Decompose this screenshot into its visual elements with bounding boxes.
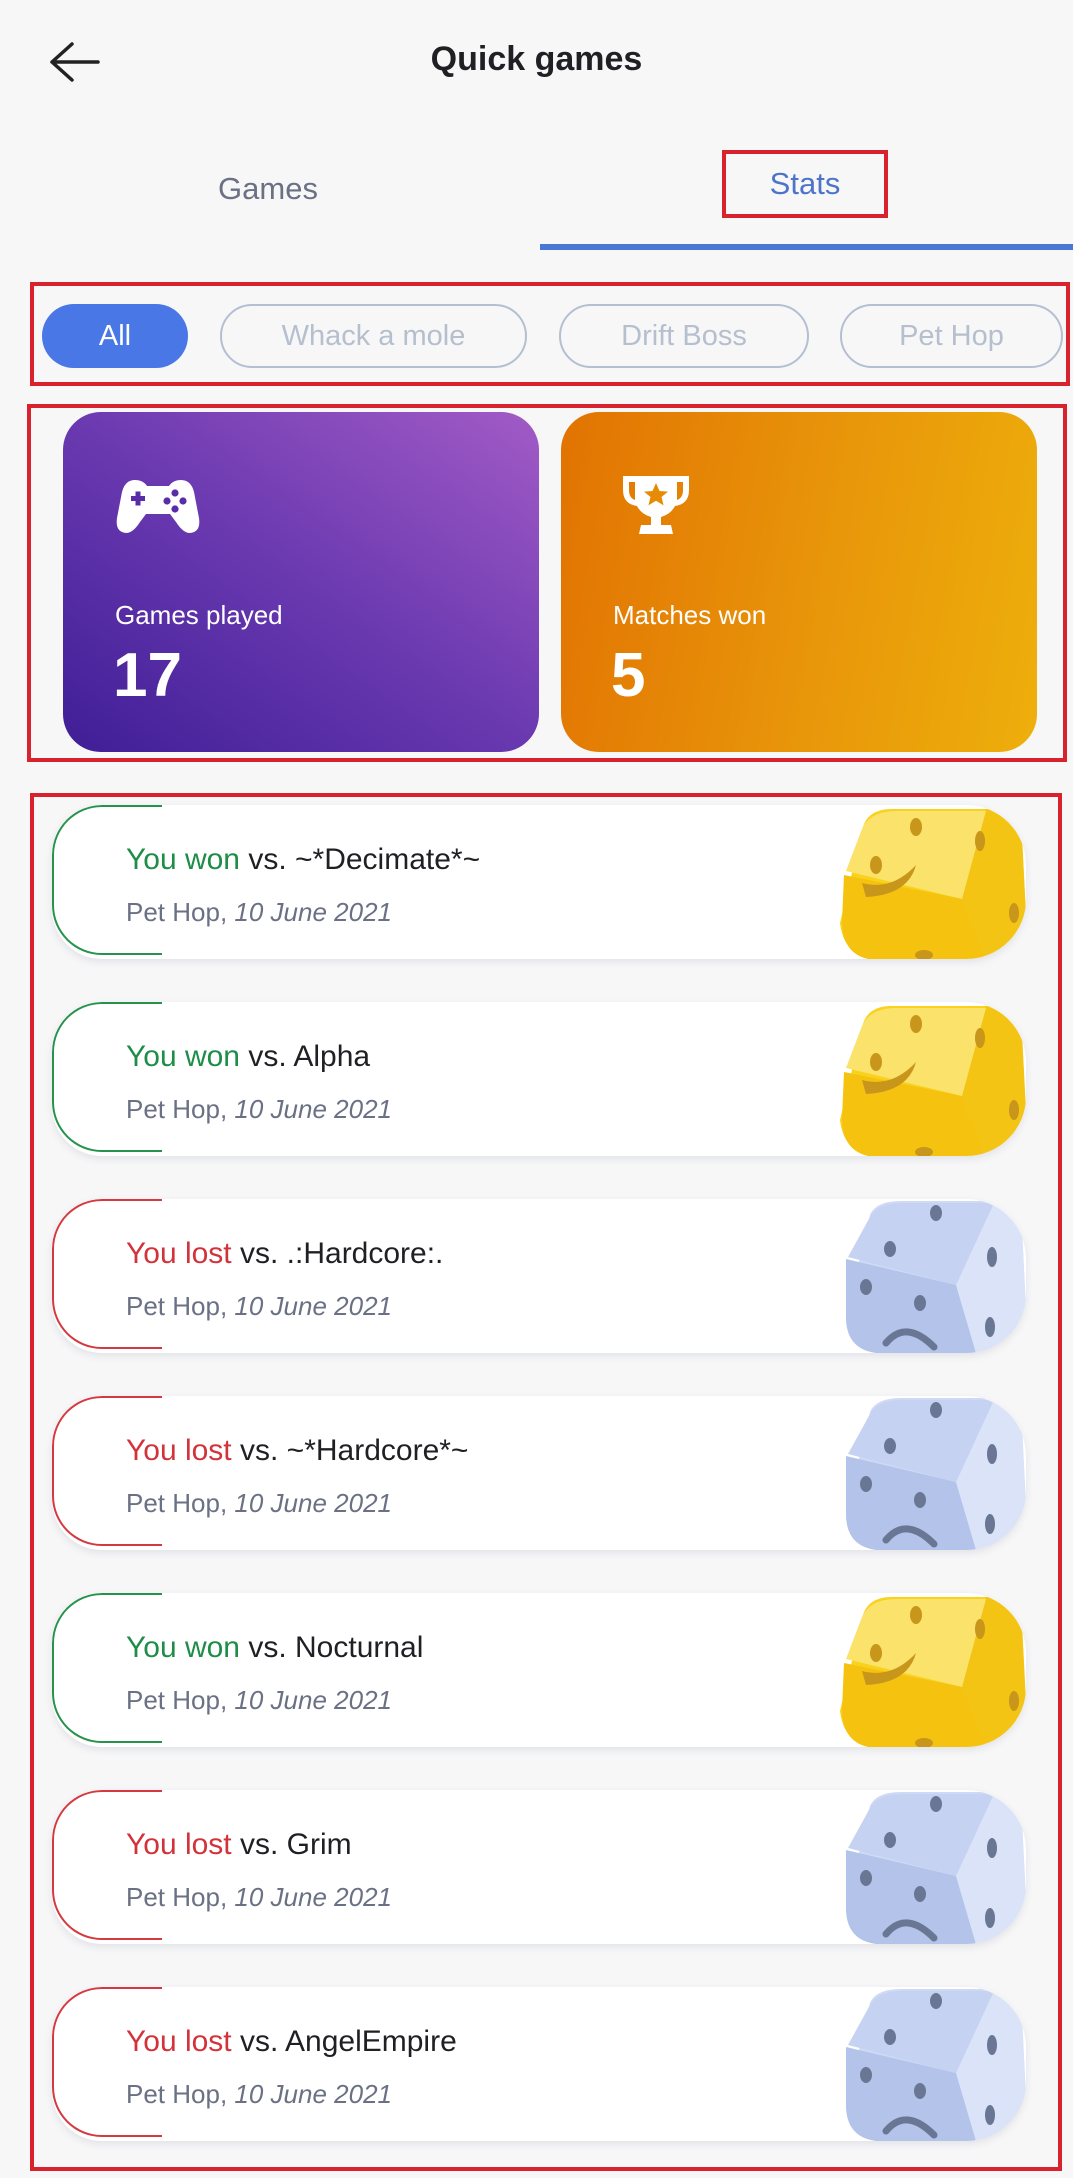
filter-chip-drift-boss-label: Drift Boss bbox=[621, 319, 747, 352]
tab-stats-label: Stats bbox=[721, 150, 889, 218]
happy-dice-icon bbox=[840, 809, 1026, 959]
result-edge bbox=[52, 1987, 162, 2137]
app-bar: Quick games bbox=[0, 0, 1073, 126]
game-name: Pet Hop, bbox=[126, 1882, 228, 1912]
stat-cards: Games played 17 Matches won 5 bbox=[27, 404, 1067, 762]
match-meta: Pet Hop, 10 June 2021 bbox=[126, 1882, 392, 1913]
match-row[interactable]: You lost vs. Grim Pet Hop, 10 June 2021 bbox=[52, 1790, 1026, 1944]
matches-won-label: Matches won bbox=[613, 600, 767, 630]
opponent-name: vs. ~*Hardcore*~ bbox=[240, 1434, 469, 1467]
result-edge bbox=[52, 1396, 162, 1546]
match-title: You lost vs. ~*Hardcore*~ bbox=[126, 1434, 468, 1468]
match-result: You lost bbox=[126, 1237, 232, 1270]
happy-dice-icon bbox=[840, 1597, 1026, 1747]
opponent-name: vs. Nocturnal bbox=[248, 1631, 424, 1664]
match-result: You won bbox=[126, 843, 240, 876]
match-date: 10 June 2021 bbox=[234, 1685, 392, 1715]
game-name: Pet Hop, bbox=[126, 1685, 228, 1715]
match-result: You won bbox=[126, 1631, 240, 1664]
gamepad-icon bbox=[116, 480, 200, 533]
match-result: You lost bbox=[126, 1434, 232, 1467]
result-edge bbox=[52, 1593, 162, 1743]
games-played-card: Games played 17 bbox=[63, 412, 539, 752]
opponent-name: vs. .:Hardcore:. bbox=[240, 1237, 444, 1270]
result-edge bbox=[52, 1790, 162, 1940]
game-name: Pet Hop, bbox=[126, 897, 228, 927]
match-title: You lost vs. AngelEmpire bbox=[126, 2025, 457, 2059]
match-title: You won vs. Nocturnal bbox=[126, 1631, 423, 1665]
match-title: You lost vs. Grim bbox=[126, 1828, 352, 1862]
opponent-name: vs. AngelEmpire bbox=[240, 2025, 457, 2058]
match-row[interactable]: You won vs. ~*Decimate*~ Pet Hop, 10 Jun… bbox=[52, 805, 1026, 959]
filter-chip-pet-hop[interactable]: Pet Hop bbox=[840, 304, 1063, 368]
match-date: 10 June 2021 bbox=[234, 2079, 392, 2109]
game-name: Pet Hop, bbox=[126, 1488, 228, 1518]
match-row[interactable]: You lost vs. .:Hardcore:. Pet Hop, 10 Ju… bbox=[52, 1199, 1026, 1353]
match-result: You lost bbox=[126, 1828, 232, 1861]
page-title: Quick games bbox=[430, 40, 643, 78]
game-name: Pet Hop, bbox=[126, 2079, 228, 2109]
matches-won-value: 5 bbox=[611, 641, 646, 710]
match-meta: Pet Hop, 10 June 2021 bbox=[126, 2079, 392, 2110]
tab-games-label: Games bbox=[218, 171, 318, 206]
match-date: 10 June 2021 bbox=[234, 1882, 392, 1912]
match-row[interactable]: You lost vs. ~*Hardcore*~ Pet Hop, 10 Ju… bbox=[52, 1396, 1026, 1550]
filter-chip-whack-a-mole[interactable]: Whack a mole bbox=[220, 304, 527, 368]
happy-dice-icon bbox=[840, 1006, 1026, 1156]
filter-chip-all[interactable]: All bbox=[42, 304, 188, 368]
result-edge bbox=[52, 1002, 162, 1152]
match-title: You lost vs. .:Hardcore:. bbox=[126, 1237, 443, 1271]
match-meta: Pet Hop, 10 June 2021 bbox=[126, 1488, 392, 1519]
match-title: You won vs. Alpha bbox=[126, 1040, 370, 1074]
match-history-list: You won vs. ~*Decimate*~ Pet Hop, 10 Jun… bbox=[30, 793, 1062, 2171]
filter-chip-pet-hop-label: Pet Hop bbox=[899, 319, 1004, 352]
tab-games[interactable]: Games bbox=[0, 126, 536, 252]
match-meta: Pet Hop, 10 June 2021 bbox=[126, 897, 392, 928]
result-edge bbox=[52, 805, 162, 955]
filter-chip-all-label: All bbox=[98, 319, 132, 352]
active-tab-indicator bbox=[540, 244, 1073, 250]
match-row[interactable]: You won vs. Alpha Pet Hop, 10 June 2021 bbox=[52, 1002, 1026, 1156]
matches-won-card: Matches won 5 bbox=[561, 412, 1037, 752]
game-name: Pet Hop, bbox=[126, 1291, 228, 1321]
tab-stats[interactable]: Stats bbox=[537, 126, 1073, 252]
sad-dice-icon bbox=[846, 1398, 1026, 1550]
match-date: 10 June 2021 bbox=[234, 1488, 392, 1518]
trophy-icon bbox=[623, 476, 689, 534]
result-edge bbox=[52, 1199, 162, 1349]
match-result: You won bbox=[126, 1040, 240, 1073]
filter-chip-whack-a-mole-label: Whack a mole bbox=[281, 319, 466, 352]
match-date: 10 June 2021 bbox=[234, 1291, 392, 1321]
match-result: You lost bbox=[126, 2025, 232, 2058]
match-title: You won vs. ~*Decimate*~ bbox=[126, 843, 480, 877]
match-meta: Pet Hop, 10 June 2021 bbox=[126, 1685, 392, 1716]
games-played-label: Games played bbox=[115, 600, 283, 630]
sad-dice-icon bbox=[846, 1989, 1026, 2141]
opponent-name: vs. ~*Decimate*~ bbox=[248, 843, 481, 876]
game-name: Pet Hop, bbox=[126, 1094, 228, 1124]
match-meta: Pet Hop, 10 June 2021 bbox=[126, 1094, 392, 1125]
sad-dice-icon bbox=[846, 1201, 1026, 1353]
sad-dice-icon bbox=[846, 1792, 1026, 1944]
opponent-name: vs. Grim bbox=[240, 1828, 352, 1861]
filter-chip-drift-boss[interactable]: Drift Boss bbox=[559, 304, 809, 368]
game-filter-chips: All Whack a mole Drift Boss Pet Hop bbox=[30, 282, 1070, 386]
tab-bar: Games Stats bbox=[0, 126, 1073, 252]
match-date: 10 June 2021 bbox=[234, 1094, 392, 1124]
match-row[interactable]: You won vs. Nocturnal Pet Hop, 10 June 2… bbox=[52, 1593, 1026, 1747]
match-meta: Pet Hop, 10 June 2021 bbox=[126, 1291, 392, 1322]
match-row[interactable]: You lost vs. AngelEmpire Pet Hop, 10 Jun… bbox=[52, 1987, 1026, 2141]
match-date: 10 June 2021 bbox=[234, 897, 392, 927]
opponent-name: vs. Alpha bbox=[248, 1040, 371, 1073]
games-played-value: 17 bbox=[113, 641, 182, 710]
